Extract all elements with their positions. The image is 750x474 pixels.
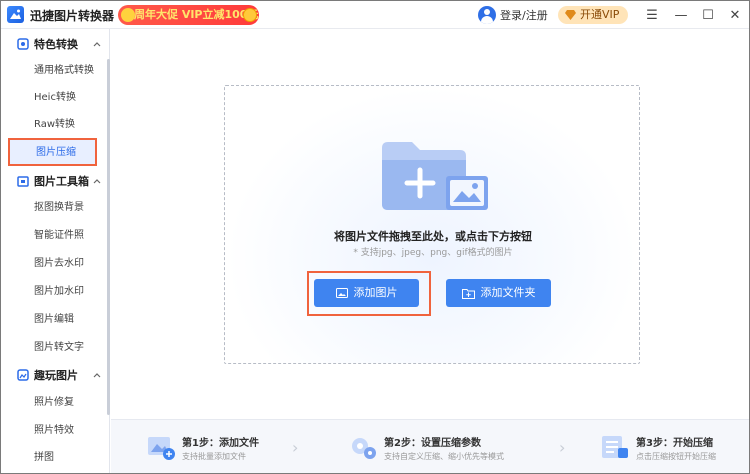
- drop-zone-subtitle: * 支持jpg、jpeg、png、gif格式的图片: [353, 248, 513, 258]
- promo-text: 周年大促 VIP立减100元: [134, 8, 259, 21]
- menu-icon[interactable]: ☰: [642, 5, 662, 25]
- login-label: 登录/注册: [500, 9, 548, 22]
- section-label: 特色转换: [34, 38, 78, 51]
- diamond-icon: [565, 10, 576, 20]
- promo-banner[interactable]: 周年大促 VIP立减100元: [118, 5, 259, 25]
- badge-icon: [17, 38, 29, 50]
- add-folder-label: 添加文件夹: [480, 286, 536, 299]
- section-fun-images[interactable]: 趣玩图片: [1, 362, 107, 388]
- drop-zone-title: 将图片文件拖拽至此处，或点击下方按钮: [334, 230, 532, 243]
- step-title: 第3步：开始压缩: [636, 438, 713, 449]
- gift-icon: [121, 8, 135, 22]
- sidebar-item-add-watermark[interactable]: 图片加水印: [7, 279, 97, 305]
- minimize-icon[interactable]: —: [671, 5, 691, 25]
- app-logo-icon: [7, 6, 24, 23]
- sidebar-item-id-photo[interactable]: 智能证件照: [7, 223, 97, 249]
- sidebar-item-collage[interactable]: 拼图: [7, 445, 97, 471]
- chevron-up-icon: [93, 373, 101, 378]
- sidebar-item-format-conversion[interactable]: 通用格式转换: [7, 58, 97, 84]
- avatar: [478, 6, 496, 24]
- chevron-right-icon: ›: [559, 438, 566, 457]
- main-panel: 将图片文件拖拽至此处，或点击下方按钮 * 支持jpg、jpeg、png、gif格…: [111, 29, 749, 419]
- step-desc: 支持自定义压缩、缩小优先等模式: [384, 452, 504, 461]
- chevron-up-icon: [93, 179, 101, 184]
- settings-gears-icon: [352, 438, 376, 459]
- image-icon: [335, 288, 348, 298]
- steps-bar: 第1步：添加文件 支持批量添加文件 › 第2步：设置压缩参数 支持自定义压缩、缩…: [111, 419, 749, 473]
- sidebar-item-photo-effects[interactable]: 照片特效: [7, 418, 97, 444]
- compress-list-icon: [602, 436, 628, 458]
- title-bar: 迅捷图片转换器 周年大促 VIP立减100元 登录/注册 开通VIP ☰ — ☐…: [1, 1, 749, 29]
- chevron-right-icon: ›: [292, 438, 299, 457]
- section-special-conversion[interactable]: 特色转换: [1, 31, 107, 57]
- maximize-icon[interactable]: ☐: [698, 5, 718, 25]
- sidebar-item-cutout[interactable]: 抠图换背景: [7, 195, 97, 221]
- sidebar: 特色转换 通用格式转换 Heic转换 Raw转换 图片压缩 图片工具箱 抠图换背…: [1, 29, 110, 473]
- sidebar-item-raw[interactable]: Raw转换: [7, 112, 97, 138]
- close-icon[interactable]: ✕: [725, 5, 745, 25]
- sidebar-item-image-to-text[interactable]: 图片转文字: [7, 335, 97, 361]
- coin-icon: [243, 8, 257, 22]
- step-desc: 支持批量添加文件: [182, 452, 246, 461]
- section-toolbox[interactable]: 图片工具箱: [1, 168, 107, 194]
- step-title: 第1步：添加文件: [182, 438, 259, 449]
- add-image-label: 添加图片: [353, 286, 398, 299]
- vip-label: 开通VIP: [580, 8, 620, 21]
- open-vip-button[interactable]: 开通VIP: [558, 6, 628, 24]
- step-desc: 点击压缩按钮开始压缩: [636, 452, 716, 461]
- fun-image-icon: [17, 369, 29, 381]
- drop-zone[interactable]: 将图片文件拖拽至此处，或点击下方按钮 * 支持jpg、jpeg、png、gif格…: [224, 85, 640, 364]
- image-upload-icon: [148, 437, 175, 460]
- sidebar-item-heic[interactable]: Heic转换: [7, 85, 97, 111]
- step-title: 第2步：设置压缩参数: [384, 438, 481, 449]
- add-folder-button[interactable]: 添加文件夹: [446, 279, 551, 307]
- app-title: 迅捷图片转换器: [30, 9, 115, 23]
- folder-add-image-icon: [382, 142, 488, 210]
- login-button[interactable]: 登录/注册: [478, 5, 548, 25]
- folder-plus-icon: [461, 288, 475, 299]
- section-label: 趣玩图片: [34, 369, 78, 382]
- sidebar-item-image-compress[interactable]: 图片压缩: [8, 138, 97, 166]
- chevron-up-icon: [93, 42, 101, 47]
- section-label: 图片工具箱: [34, 175, 89, 188]
- sidebar-item-remove-watermark[interactable]: 图片去水印: [7, 251, 97, 277]
- sidebar-item-image-edit[interactable]: 图片编辑: [7, 307, 97, 333]
- add-image-button[interactable]: 添加图片: [314, 279, 419, 307]
- sidebar-item-photo-repair[interactable]: 照片修复: [7, 390, 97, 416]
- sidebar-scrollbar[interactable]: [107, 59, 110, 415]
- toolbox-icon: [17, 176, 29, 187]
